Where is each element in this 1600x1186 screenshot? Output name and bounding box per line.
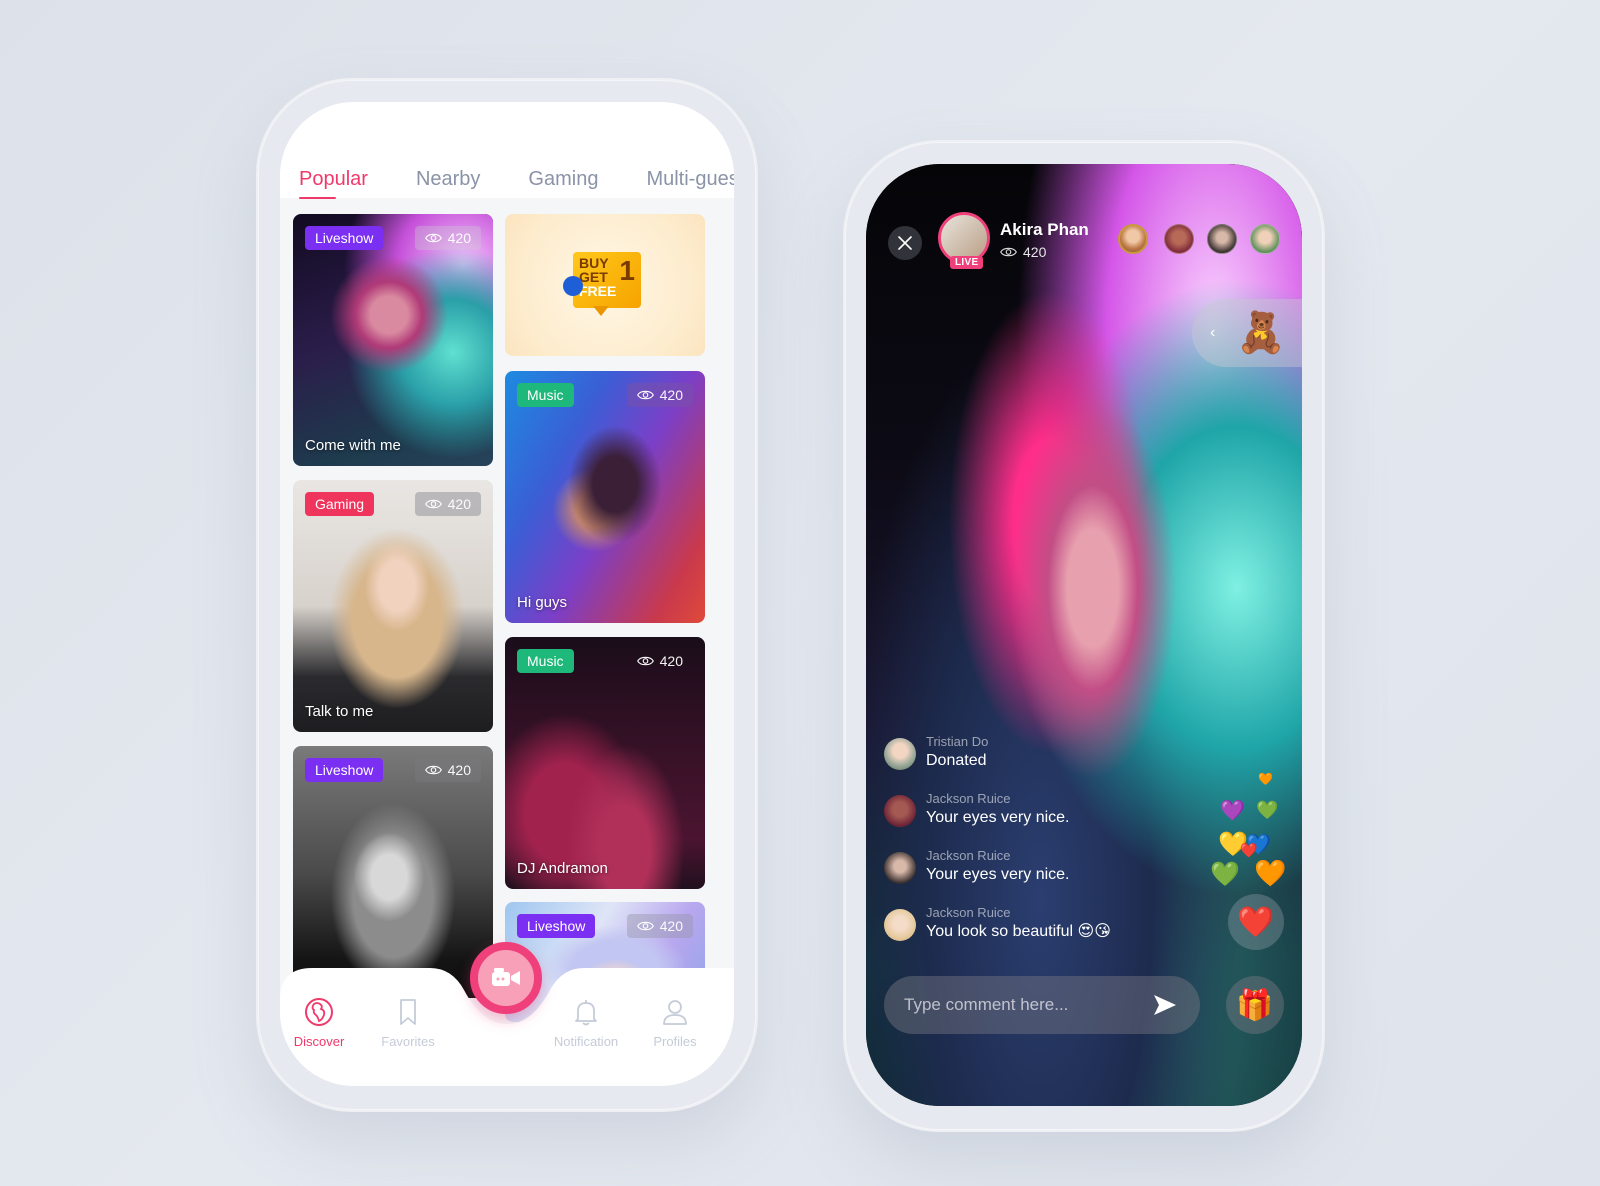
stream-thumbnail [293,746,493,998]
commenter-avatar [884,738,916,770]
nav-notification[interactable]: Notification [546,996,626,1049]
category-badge: Music [517,383,574,407]
viewer-avatar[interactable] [1250,224,1280,254]
bell-icon [575,1000,597,1026]
heart-icon: 💜 [1220,800,1245,822]
view-count: 420 [414,226,481,250]
eye-icon [636,656,654,666]
category-badge: Liveshow [305,758,384,782]
live-stream-screen: LIVE Akira Phan 420 ‹ 🧸 Tristian Do Dona… [866,164,1302,1106]
send-gift-button[interactable]: 🎁 [1226,976,1284,1034]
view-count: 420 [414,492,481,516]
tab-nearby[interactable]: Nearby [416,168,480,191]
chat-message: Jackson Ruice You look so beautiful 😍😘 [884,905,1111,943]
view-count: 420 [627,649,693,673]
eye-icon [1000,247,1017,257]
commenter-avatar [884,909,916,941]
top-bar: Popular Nearby Gaming Multi-gues [280,102,734,199]
stream-card[interactable]: Music 420 DJ Andramon [505,637,705,889]
viewer-avatar[interactable] [1207,224,1237,254]
close-stream-button[interactable] [888,226,922,260]
view-count: 420 [414,758,481,782]
chat-message: Jackson Ruice Your eyes very nice. [884,791,1069,829]
heart-icon: 💚 [1256,800,1279,820]
commenter-avatar [884,852,916,884]
stream-caption: DJ Andramon [517,860,608,877]
floating-hearts: 🧡 💜 💚 💛 💙 ❤️ 💚 🧡 [1210,764,1294,894]
nav-profiles[interactable]: Profiles [635,996,715,1049]
like-button[interactable]: ❤️ [1228,894,1284,950]
gift-icon: 🎁 [1236,988,1274,1022]
heart-icon: ❤️ [1237,905,1275,939]
tab-popular[interactable]: Popular [299,168,368,199]
heart-icon: 🧡 [1254,858,1287,888]
comment-text: Donated [926,752,987,769]
heart-icon: 🧡 [1258,772,1273,786]
category-badge: Liveshow [305,226,384,250]
stream-thumbnail [505,637,705,889]
tab-gaming[interactable]: Gaming [528,168,598,191]
banner-tail [593,306,609,316]
video-camera-icon [492,968,520,986]
viewer-avatar-top[interactable] [1118,224,1148,254]
gift-drawer-toggle[interactable]: ‹ 🧸 [1192,299,1302,367]
heart-icon: ❤️ [1240,842,1258,858]
go-live-button[interactable] [470,942,542,1014]
view-count: 420 [626,383,693,407]
promo-banner: BUY GET FREE 1 [573,252,641,316]
stream-card[interactable]: Music 420 Hi guys [505,371,705,623]
category-badge: Liveshow [517,914,596,938]
category-badge: Music [517,649,574,673]
stream-thumbnail [505,371,705,623]
user-icon [663,1000,687,1025]
heart-icon: 💚 [1210,861,1240,888]
tab-multi-guest[interactable]: Multi-gues [646,168,734,191]
viewer-avatar[interactable] [1164,224,1194,254]
send-icon[interactable] [1152,992,1178,1018]
globe-icon [305,998,333,1026]
stream-card[interactable]: Liveshow 420 [293,746,493,998]
comment-input[interactable] [904,995,1144,1015]
host-view-count: 420 [1000,244,1046,260]
bottom-navigation: Discover Favorites Notification Profiles [280,942,734,1086]
eye-icon [424,499,442,509]
discover-screen: Popular Nearby Gaming Multi-gues Livesho… [280,102,734,1086]
teddy-bear-gift-icon: 🧸 [1236,311,1286,355]
eye-icon [636,921,654,931]
stream-thumbnail [293,480,493,732]
commenter-avatar [884,795,916,827]
comment-text: Your eyes very nice. [926,809,1070,826]
stream-thumbnail [293,214,493,466]
commenter-name: Jackson Ruice [926,905,1011,920]
eye-icon [636,390,654,400]
comment-input-container[interactable] [884,976,1200,1034]
stream-card[interactable]: Gaming 420 Talk to me [293,480,493,732]
comment-text: Your eyes very nice. [926,866,1070,883]
chat-message: Jackson Ruice Your eyes very nice. [884,848,1069,886]
comment-text: You look so beautiful 😍😘 [926,923,1111,940]
chat-message: Tristian Do Donated [884,734,988,772]
category-badge: Gaming [305,492,375,516]
commenter-name: Tristian Do [926,734,989,749]
host-name: Akira Phan [1000,220,1089,239]
promo-sticker [563,276,583,296]
view-count: 420 [626,914,693,938]
bookmark-icon [400,999,416,1025]
chevron-left-icon: ‹ [1210,324,1216,341]
stream-caption: Come with me [305,437,401,454]
stream-caption: Talk to me [305,703,374,720]
commenter-name: Jackson Ruice [926,791,1011,806]
eye-icon [424,765,442,775]
nav-favorites[interactable]: Favorites [368,996,448,1049]
close-icon [898,236,912,250]
commenter-name: Jackson Ruice [926,848,1011,863]
eye-icon [424,233,442,243]
category-tabs: Popular Nearby Gaming Multi-gues [299,168,734,199]
nav-discover[interactable]: Discover [280,996,359,1049]
stream-card[interactable]: Liveshow 420 Come with me [293,214,493,466]
stream-caption: Hi guys [517,594,568,611]
live-badge: LIVE [950,256,984,269]
promo-card[interactable]: BUY GET FREE 1 [505,214,705,356]
